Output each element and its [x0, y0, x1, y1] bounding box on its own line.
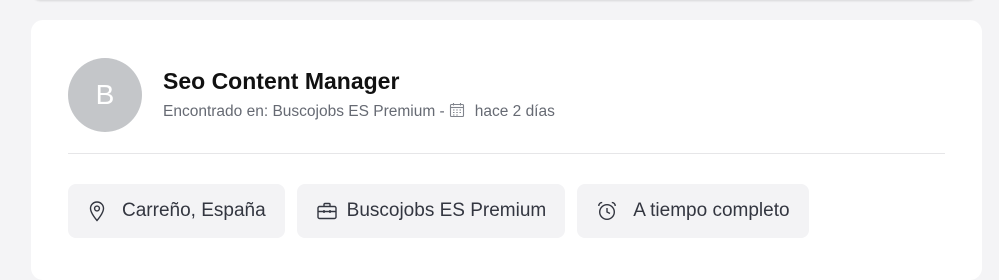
avatar: B [68, 58, 142, 132]
job-tags: Carreño, España Buscojobs ES Premium A t… [68, 184, 809, 238]
map-pin-icon [88, 200, 106, 222]
job-card[interactable]: B Seo Content Manager Encontrado en: Bus… [31, 20, 982, 280]
location-label: Carreño, España [122, 200, 266, 221]
divider [68, 153, 945, 154]
posted-date: hace 2 días [474, 103, 555, 120]
schedule-chip[interactable]: A tiempo completo [577, 184, 809, 238]
job-title[interactable]: Seo Content Manager [163, 68, 399, 95]
schedule-label: A tiempo completo [633, 200, 790, 221]
company-chip[interactable]: Buscojobs ES Premium [296, 184, 566, 238]
found-in-text: Encontrado en: Buscojobs ES Premium - [163, 103, 445, 120]
alarm-clock-icon [597, 201, 617, 221]
job-header: B Seo Content Manager Encontrado en: Bus… [68, 58, 948, 134]
company-label: Buscojobs ES Premium [346, 200, 547, 221]
location-chip[interactable]: Carreño, España [68, 184, 285, 238]
job-meta: Encontrado en: Buscojobs ES Premium - ha… [163, 103, 555, 121]
calendar-icon [449, 102, 465, 118]
briefcase-icon [316, 202, 337, 220]
